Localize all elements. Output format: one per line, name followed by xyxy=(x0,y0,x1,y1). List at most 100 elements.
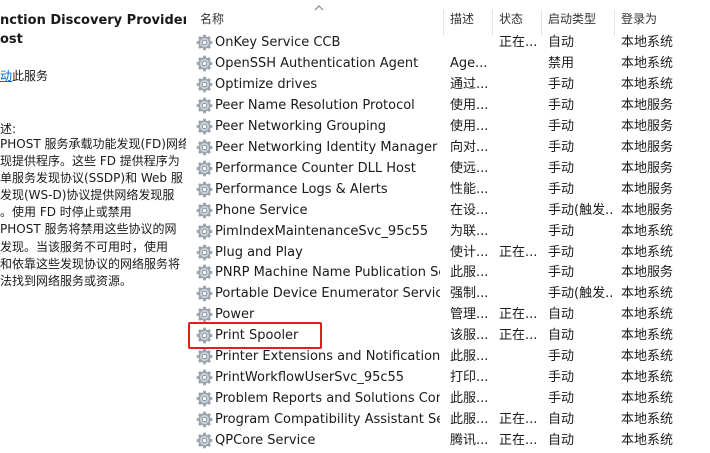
service-description-cell: 使远... xyxy=(450,160,489,176)
service-log-on-as: 本地系统 xyxy=(621,307,674,323)
service-log-on-as: 本地服务 xyxy=(621,160,674,176)
service-row[interactable]: Peer Networking Grouping 使用... 手动 本地服务 xyxy=(186,116,710,137)
service-log-on-as: 本地服务 xyxy=(621,202,674,218)
service-log-on-as: 本地系统 xyxy=(621,286,674,302)
service-startup-type: 手动 xyxy=(548,223,575,239)
service-description-cell: 性能... xyxy=(450,181,489,197)
service-log-on-as: 本地服务 xyxy=(621,139,674,155)
service-startup-type: 手动(触发... xyxy=(548,202,612,218)
service-title-line: ost xyxy=(0,32,23,47)
service-title-line: nction Discovery Provider xyxy=(0,13,186,28)
service-status: 正在... xyxy=(499,307,538,323)
service-status xyxy=(499,116,539,137)
service-row[interactable]: OpenSSH Authentication Agent Age... 禁用 本地系统 xyxy=(186,53,710,74)
service-status xyxy=(499,74,539,95)
service-description-cell: 此服... xyxy=(450,349,489,365)
service-name: OpenSSH Authentication Agent xyxy=(215,55,419,71)
start-service-link[interactable]: 动 xyxy=(0,69,12,83)
gear-icon xyxy=(196,181,213,198)
service-log-on-as: 本地系统 xyxy=(621,244,674,260)
service-row[interactable]: Performance Logs & Alerts 性能... 手动 本地服务 xyxy=(186,179,710,200)
service-row[interactable]: Plug and Play 使计... 正在... 手动 本地系统 xyxy=(186,242,710,263)
description-line: 现提供程序。这些 FD 提供程序为 xyxy=(0,154,180,169)
service-row[interactable]: Phone Service 在设... 手动(触发... 本地服务 xyxy=(186,200,710,221)
column-header-startup-type[interactable]: 启动类型 xyxy=(542,6,614,30)
service-status xyxy=(499,346,539,367)
service-status xyxy=(499,179,539,200)
description-label: 述: xyxy=(0,122,17,136)
service-startup-type: 手动 xyxy=(548,181,575,197)
column-header-log-on-as[interactable]: 登录为 xyxy=(615,6,710,30)
service-name: Performance Counter DLL Host xyxy=(215,160,416,176)
description-line: 发现(WS-D)协议提供网络发现服 xyxy=(0,188,175,203)
service-description-cell: Age... xyxy=(450,55,488,71)
service-log-on-as: 本地系统 xyxy=(621,391,674,407)
service-name: Performance Logs & Alerts xyxy=(215,181,388,197)
gear-icon xyxy=(196,97,213,114)
gear-icon xyxy=(196,55,213,72)
gear-icon xyxy=(196,160,213,177)
gear-icon xyxy=(196,432,213,449)
service-startup-type: 手动 xyxy=(548,244,575,260)
service-status: 正在... xyxy=(499,328,538,344)
service-name: Optimize drives xyxy=(215,76,318,92)
service-name: Program Compatibility Assistant Servi... xyxy=(215,412,440,428)
service-startup-type: 手动 xyxy=(548,97,575,113)
service-status xyxy=(499,388,539,409)
service-row[interactable]: Performance Counter DLL Host 使远... 手动 本地服务 xyxy=(186,158,710,179)
gear-icon xyxy=(196,244,213,261)
service-log-on-as: 本地系统 xyxy=(621,76,674,92)
service-startup-type: 手动 xyxy=(548,118,575,134)
service-startup-type: 手动 xyxy=(548,139,575,155)
column-header-status[interactable]: 状态 xyxy=(493,6,541,30)
column-header-description[interactable]: 描述 xyxy=(444,6,492,30)
service-row[interactable]: PrintWorkflowUserSvc_95c55 打印... 手动 本地系统 xyxy=(186,367,710,388)
gear-icon xyxy=(196,348,213,365)
service-row[interactable]: PNRP Machine Name Publication Ser... 此服..… xyxy=(186,262,710,283)
service-status: 正在... xyxy=(499,244,538,260)
service-log-on-as: 本地服务 xyxy=(621,118,674,134)
service-name: Portable Device Enumerator Service xyxy=(215,286,440,302)
description-line: 单服务发现协议(SSDP)和 Web 服 xyxy=(0,171,183,186)
description-line: 法找到网络服务或资源。 xyxy=(0,273,133,288)
service-row[interactable]: Printer Extensions and Notifications 此服..… xyxy=(186,346,710,367)
service-row[interactable]: Peer Networking Identity Manager 向对... 手动 本… xyxy=(186,137,710,158)
service-title: nction Discovery Provider ost xyxy=(0,11,186,49)
description-line: 。使用 FD 时停止或禁用 xyxy=(0,205,132,220)
service-name: QPCore Service xyxy=(215,433,316,449)
service-row[interactable]: Problem Reports and Solutions Contr... 此服… xyxy=(186,388,710,409)
service-row[interactable]: Portable Device Enumerator Service 强制... 手… xyxy=(186,283,710,304)
service-name: PNRP Machine Name Publication Ser... xyxy=(215,265,440,281)
gear-icon xyxy=(196,369,213,386)
service-name: OnKey Service CCB xyxy=(215,35,341,50)
service-status xyxy=(499,158,539,179)
service-name: Peer Networking Identity Manager xyxy=(215,139,438,155)
service-row[interactable]: QPCore Service 腾讯... 正在... 自动 本地系统 xyxy=(186,430,710,451)
column-header-name[interactable]: 名称 xyxy=(194,6,444,30)
service-description-cell: 为联... xyxy=(450,223,489,239)
service-log-on-as: 本地系统 xyxy=(621,35,674,50)
service-description-cell: 使计... xyxy=(450,244,489,260)
service-row[interactable]: Optimize drives 通过... 手动 本地系统 xyxy=(186,74,710,95)
gear-icon xyxy=(196,223,213,240)
service-startup-type: 手动(触发... xyxy=(548,286,612,302)
service-log-on-as: 本地系统 xyxy=(621,370,674,386)
service-description: PHOST 服务承载功能发现(FD)网络 现提供程序。这些 FD 提供程序为 单… xyxy=(0,136,186,290)
service-description-cell: 使用... xyxy=(450,97,489,113)
service-status xyxy=(499,53,539,74)
service-row[interactable]: Program Compatibility Assistant Servi...… xyxy=(186,409,710,430)
service-description-cell: 打印... xyxy=(450,370,489,386)
service-description-cell: 向对... xyxy=(450,139,489,155)
service-startup-type: 自动 xyxy=(548,35,575,50)
start-service-suffix: 此服务 xyxy=(12,69,49,83)
service-row[interactable]: PimIndexMaintenanceSvc_95c55 为联... 手动 本地系统 xyxy=(186,221,710,242)
service-name: Peer Networking Grouping xyxy=(215,118,387,134)
gear-icon xyxy=(196,118,213,135)
service-log-on-as: 本地系统 xyxy=(621,412,674,428)
service-row[interactable]: OnKey Service CCB 正在... 自动 本地系统 xyxy=(186,32,710,53)
gear-icon xyxy=(196,390,213,407)
service-startup-type: 自动 xyxy=(548,433,575,449)
service-name: Peer Name Resolution Protocol xyxy=(215,97,415,113)
service-row[interactable]: Peer Name Resolution Protocol 使用... 手动 本地服务 xyxy=(186,95,710,116)
service-detail-pane: nction Discovery Provider ost 动此服务 述: PH… xyxy=(0,0,186,452)
